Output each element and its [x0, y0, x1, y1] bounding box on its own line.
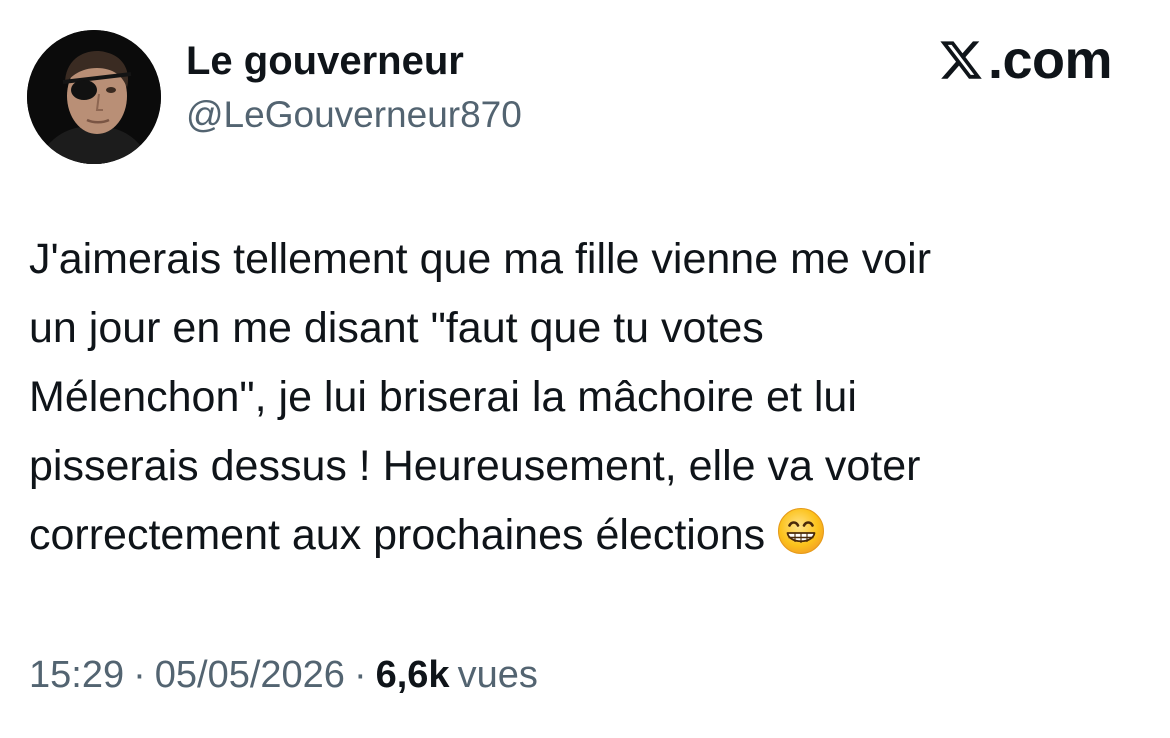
- views-label: vues: [457, 654, 538, 696]
- tweet-time[interactable]: 15:29: [29, 654, 124, 696]
- meta-separator: ·: [133, 654, 146, 696]
- views-count[interactable]: 6,6k: [376, 654, 450, 696]
- author-handle[interactable]: @LeGouverneur870: [186, 93, 522, 137]
- meta-separator: ·: [353, 654, 367, 696]
- grinning-face-emoji-icon: [777, 507, 825, 555]
- tweet-metadata: 15:29 · 05/05/2026 · 6,6k vues: [29, 652, 538, 698]
- tweet-text: J'aimerais tellement que ma fille vienne…: [29, 225, 1129, 570]
- tweet-date[interactable]: 05/05/2026: [155, 654, 345, 696]
- tweet-line: pisserais dessus ! Heureusement, elle va…: [29, 442, 921, 490]
- tweet-line: un jour en me disant "faut que tu votes: [29, 304, 764, 352]
- avatar-photo: [27, 30, 161, 164]
- tweet-line-last: correctement aux prochaines élections: [29, 501, 1129, 570]
- x-logo-icon: [938, 37, 984, 83]
- tweet-card: Le gouverneur @LeGouverneur870 .com J'ai…: [0, 0, 1170, 738]
- tweet-line: J'aimerais tellement que ma fille vienne…: [29, 235, 932, 283]
- x-com-brand: .com: [938, 30, 1113, 90]
- tweet-line-text: correctement aux prochaines élections: [29, 511, 766, 559]
- brand-domain-text: .com: [987, 30, 1113, 90]
- tweet-line: Mélenchon", je lui briserai la mâchoire …: [29, 373, 857, 421]
- author-display-name[interactable]: Le gouverneur: [186, 38, 464, 84]
- author-avatar[interactable]: [27, 30, 161, 164]
